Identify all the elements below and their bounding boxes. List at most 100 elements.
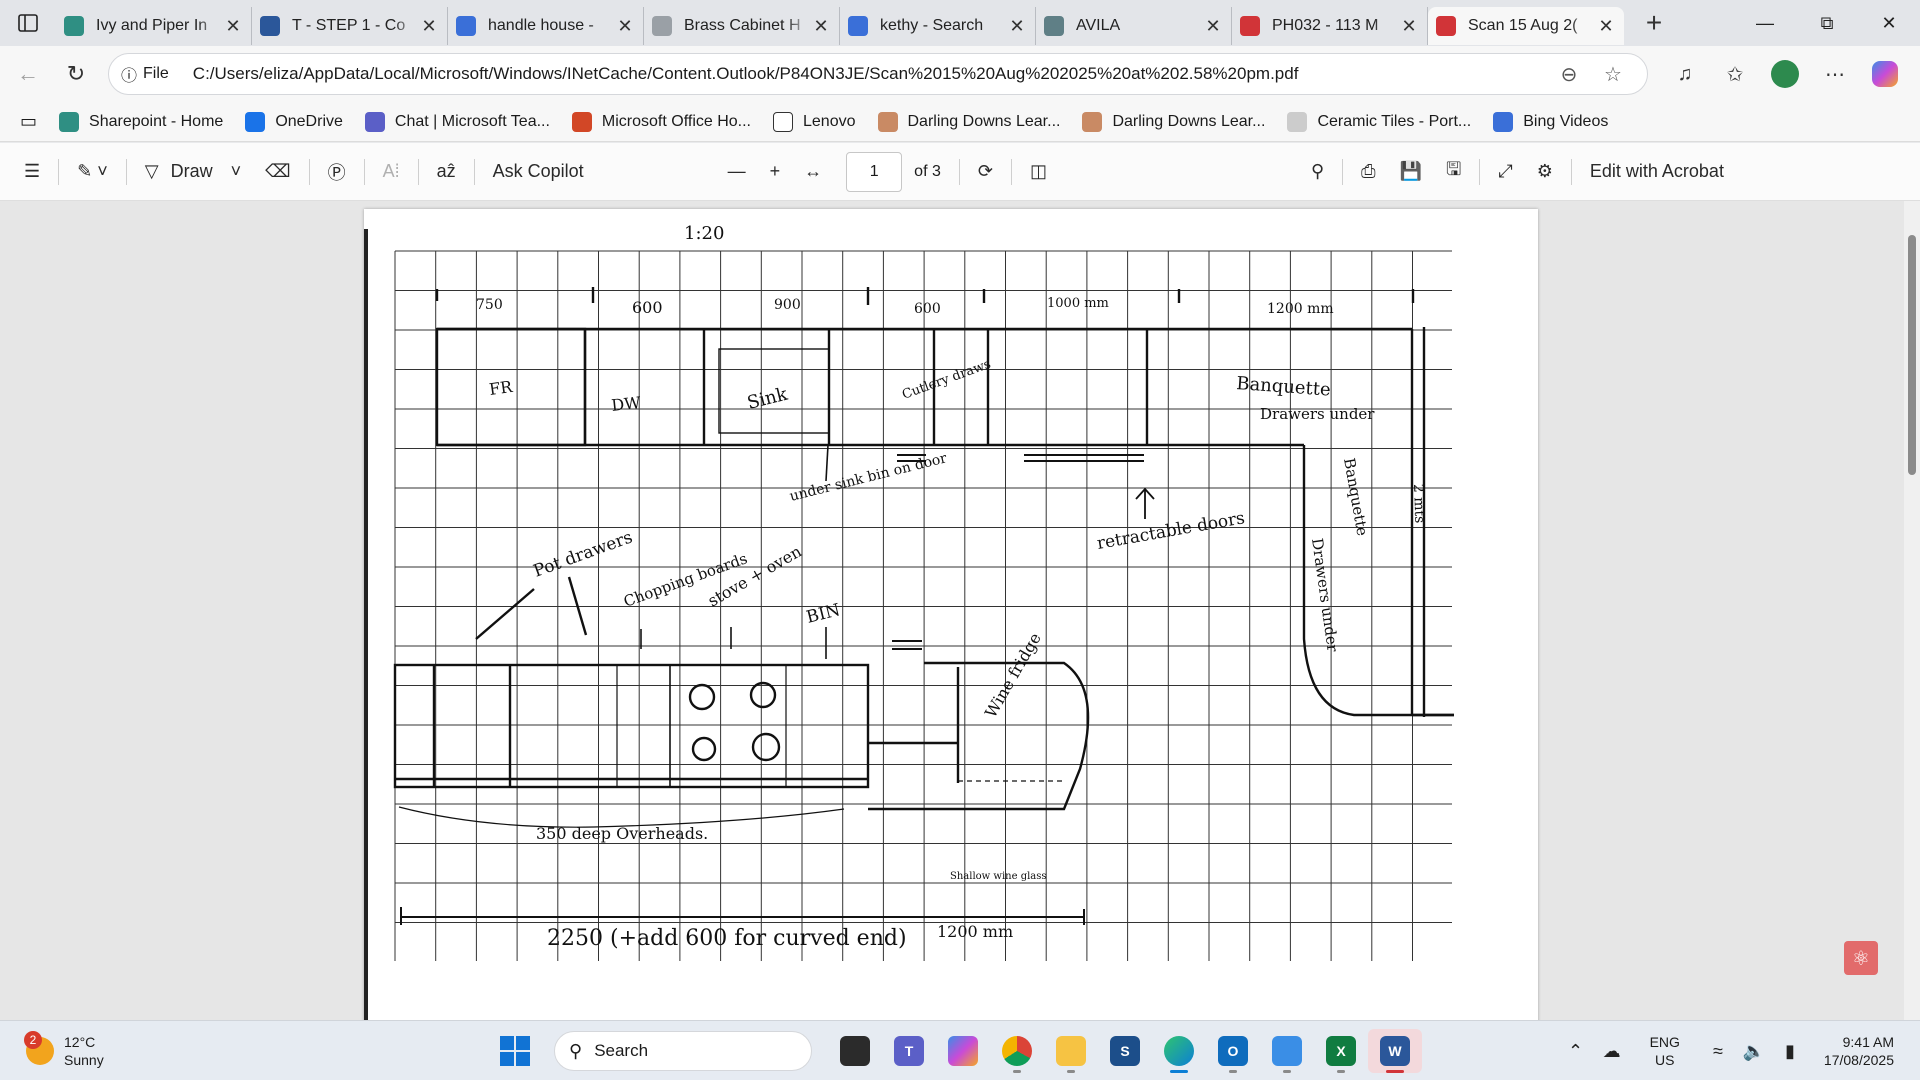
favorite-item[interactable]: Microsoft Office Ho... [571, 111, 751, 132]
more-options-icon[interactable]: ⋯ [1810, 54, 1860, 94]
wifi-icon[interactable]: ≈ [1700, 1041, 1736, 1062]
tab-5[interactable]: AVILA ✕ [1036, 7, 1232, 45]
search-icon [456, 16, 476, 36]
dim-750: 750 [476, 297, 503, 313]
draw-button[interactable]: ▽ Draw ˅ [133, 152, 253, 192]
zoom-out-button[interactable]: — [716, 152, 758, 192]
profile-avatar[interactable] [1760, 54, 1810, 94]
highlight-icon[interactable]: ✎ ˅ [65, 152, 120, 192]
pdf-page: 1:20 750 600 900 600 1000 mm 1200 mm FR … [364, 209, 1538, 1020]
favorite-item[interactable]: Lenovo [773, 111, 856, 132]
fullscreen-icon[interactable]: ⤢ [1486, 152, 1524, 192]
language-indicator[interactable]: ENG US [1650, 1033, 1680, 1069]
favorites-icon[interactable]: ✩ [1710, 54, 1760, 94]
tab-actions-button[interactable] [0, 0, 56, 46]
edit-with-acrobat-button[interactable]: Edit with Acrobat [1578, 152, 1736, 192]
taskbar-search[interactable]: ⚲ Search [554, 1031, 812, 1071]
drawers-under-side-label: Drawers under [1308, 537, 1342, 654]
favorite-item[interactable]: Sharepoint - Home [59, 111, 223, 132]
tab-close-icon[interactable]: ✕ [1399, 16, 1419, 37]
restore-button[interactable]: ⧉ [1796, 0, 1858, 46]
pdf-icon [1240, 16, 1260, 36]
tab-0[interactable]: Ivy and Piper In ✕ [56, 7, 252, 45]
collections-icon[interactable]: ▭ [20, 111, 37, 132]
file-explorer-icon[interactable] [1044, 1029, 1098, 1073]
edge-icon[interactable] [1152, 1029, 1206, 1073]
save-icon[interactable]: 💾 [1388, 152, 1434, 192]
tab-6[interactable]: PH032 - 113 M ✕ [1232, 7, 1428, 45]
url-text[interactable]: C:/Users/eliza/AppData/Local/Microsoft/W… [193, 64, 1547, 84]
favorite-item[interactable]: OneDrive [245, 111, 343, 132]
erase-icon[interactable]: ⌫ [253, 152, 302, 192]
settings-gear-icon[interactable]: ⚙ [1525, 152, 1565, 192]
close-window-button[interactable]: ✕ [1858, 0, 1920, 46]
tab-close-icon[interactable]: ✕ [1203, 16, 1223, 37]
retractable-label: retractable doors [1095, 508, 1246, 554]
weather-widget[interactable]: 2 12°C Sunny [24, 1030, 104, 1069]
tab-1[interactable]: T - STEP 1 - Co ✕ [252, 7, 448, 45]
task-view-icon[interactable] [828, 1029, 882, 1073]
excel-icon[interactable]: X [1314, 1029, 1368, 1073]
cutlery-label: Cutlery draws [900, 357, 993, 403]
print-icon[interactable]: ⎙ [1349, 152, 1387, 192]
favorite-item[interactable]: Chat | Microsoft Tea... [364, 111, 550, 132]
translate-icon[interactable]: aẑ [425, 152, 468, 192]
word-icon[interactable]: W [1368, 1029, 1422, 1073]
clock[interactable]: 9:41 AM 17/08/2025 [1824, 1033, 1894, 1069]
favorite-star-icon[interactable]: ☆ [1591, 62, 1635, 87]
vertical-scrollbar[interactable] [1904, 201, 1920, 1020]
outlook-icon[interactable]: O [1206, 1029, 1260, 1073]
info-icon[interactable]: ⓘ [121, 62, 137, 86]
tab-7[interactable]: Scan 15 Aug 2(✕ [1428, 7, 1624, 45]
favorites-bar: ▭ Sharepoint - Home OneDrive Chat | Micros… [0, 102, 1920, 142]
address-bar[interactable]: ⓘ File C:/Users/eliza/AppData/Local/Micr… [108, 53, 1648, 95]
acrobat-icon[interactable]: ⚛ [1844, 941, 1878, 975]
copilot-icon[interactable] [1860, 54, 1910, 94]
tab-close-icon[interactable]: ✕ [419, 16, 439, 37]
favorite-item[interactable]: Ceramic Tiles - Port... [1287, 111, 1471, 132]
refresh-button[interactable]: ↻ [52, 54, 100, 94]
show-hidden-icons[interactable]: ⌃ [1558, 1041, 1594, 1062]
read-aloud-icon[interactable]: ♫ [1660, 54, 1710, 94]
read-aloud-tool-icon[interactable]: A⁞ [371, 152, 412, 192]
chrome-icon[interactable] [990, 1029, 1044, 1073]
vpn-icon[interactable]: S [1098, 1029, 1152, 1073]
battery-icon[interactable]: ▮ [1772, 1041, 1808, 1062]
tab-title: T - STEP 1 - Co [292, 17, 406, 34]
favorite-item[interactable]: Darling Downs Lear... [877, 111, 1060, 132]
copilot-app-icon[interactable] [936, 1029, 990, 1073]
volume-icon[interactable]: 🔈 [1736, 1041, 1772, 1062]
tab-close-icon[interactable]: ✕ [1596, 16, 1616, 37]
contents-icon[interactable]: ☰ [12, 152, 52, 192]
find-icon[interactable]: ⚲ [1299, 152, 1336, 192]
tab-close-icon[interactable]: ✕ [1007, 16, 1027, 37]
tab-close-icon[interactable]: ✕ [223, 16, 243, 37]
page-view-icon[interactable]: ◫ [1018, 152, 1059, 192]
start-button[interactable] [500, 1036, 530, 1066]
scrollbar-thumb[interactable] [1908, 235, 1916, 475]
text-icon[interactable]: Ⓟ [316, 152, 358, 192]
onedrive-offline-icon[interactable]: ☁ [1594, 1041, 1630, 1062]
dim-600b: 600 [914, 301, 941, 317]
favorite-item[interactable]: Darling Downs Lear... [1082, 111, 1265, 132]
ask-copilot-button[interactable]: Ask Copilot [481, 152, 596, 192]
tab-close-icon[interactable]: ✕ [811, 16, 831, 37]
zoom-in-button[interactable]: + [758, 152, 793, 192]
teams-icon[interactable]: T [882, 1029, 936, 1073]
back-button[interactable]: ← [4, 54, 52, 94]
fit-width-icon[interactable]: ↔ [792, 152, 834, 192]
favorite-item[interactable]: Bing Videos [1493, 111, 1608, 132]
save-as-icon[interactable]: 🖫 [1434, 152, 1473, 192]
tab-close-icon[interactable]: ✕ [615, 16, 635, 37]
minimize-button[interactable]: — [1734, 0, 1796, 46]
weather-temp: 12°C [64, 1033, 96, 1050]
new-tab-button[interactable]: + [1634, 7, 1674, 39]
rotate-icon[interactable]: ⟳ [966, 152, 1005, 192]
photos-icon[interactable] [1260, 1029, 1314, 1073]
tab-2[interactable]: handle house - ✕ [448, 7, 644, 45]
page-number-input[interactable]: 1 [846, 151, 903, 192]
zoom-out-icon[interactable]: ⊖ [1547, 62, 1591, 87]
tab-4[interactable]: kethy - Search ✕ [840, 7, 1036, 45]
tab-3[interactable]: Brass Cabinet H ✕ [644, 7, 840, 45]
favorite-icon [571, 111, 592, 132]
